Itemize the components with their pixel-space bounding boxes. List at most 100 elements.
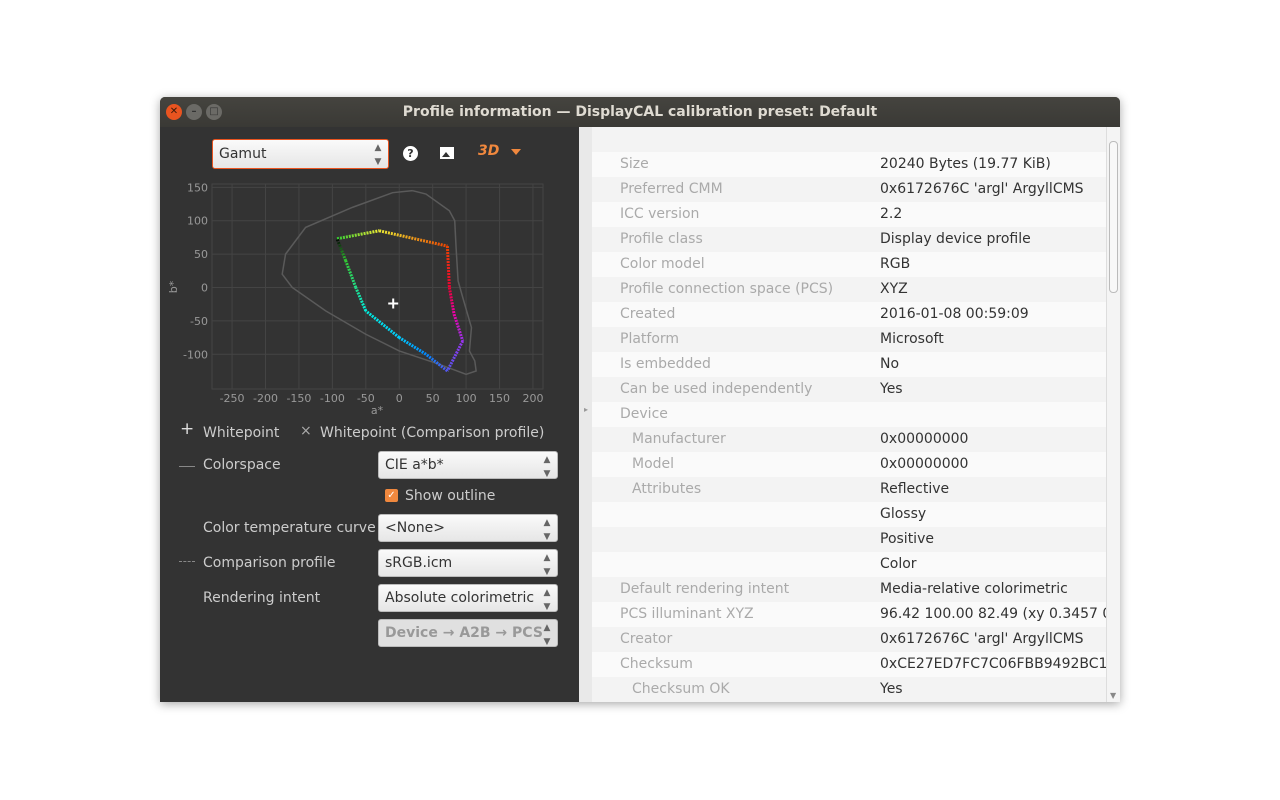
- expander-handle-icon[interactable]: ▸: [584, 405, 588, 414]
- info-row: Is embedded No: [592, 352, 1106, 377]
- colorspace-select[interactable]: CIE a*b* ▲ ▼: [378, 451, 558, 479]
- help-icon[interactable]: ?: [403, 146, 418, 161]
- info-row: Device: [592, 402, 1106, 427]
- info-value: 96.42 100.00 82.49 (xy 0.3457 0.35: [880, 606, 1106, 622]
- maximize-button[interactable]: □: [206, 104, 222, 120]
- info-key: Creator: [620, 631, 673, 647]
- title-bar: ✕ – □ Profile information — DisplayCAL c…: [160, 97, 1120, 127]
- info-value: Display device profile: [880, 231, 1031, 247]
- gamut-chart: -250 -200 -150 -100 -50 0 50 100 150 200 150 100 50 0…: [167, 181, 544, 417]
- info-value: RGB: [880, 256, 911, 272]
- gamut-segment: [452, 313, 465, 342]
- gamut-segment: [445, 246, 451, 288]
- scroll-down-icon[interactable]: ▼: [1110, 691, 1116, 700]
- info-row: Model 0x00000000: [592, 452, 1106, 477]
- info-value: No: [880, 356, 900, 372]
- info-key: Color model: [620, 256, 705, 272]
- y-tick-label: 50: [194, 248, 208, 261]
- info-row: ICC version 2.2: [592, 202, 1106, 227]
- y-tick-label: -50: [190, 315, 208, 328]
- x-tick-label: 0: [396, 392, 403, 405]
- info-key: Checksum: [620, 656, 693, 672]
- info-value: 20240 Bytes (19.77 KiB): [880, 156, 1051, 172]
- comparison-profile-select[interactable]: sRGB.icm ▲ ▼: [378, 549, 558, 577]
- x-tick-label: -100: [320, 392, 345, 405]
- info-key: Manufacturer: [632, 431, 726, 447]
- info-key: Attributes: [632, 481, 702, 497]
- rendering-intent-label: Rendering intent: [203, 590, 321, 606]
- info-key: Model: [632, 456, 675, 472]
- info-key: Checksum OK: [632, 681, 730, 697]
- minimize-button[interactable]: –: [186, 104, 202, 120]
- x-marker-icon: ×: [300, 423, 312, 439]
- info-value: 0xCE27ED7FC7C06FBB9492BC140: [880, 656, 1106, 672]
- rendering-intent-value: Absolute colorimetric: [385, 590, 535, 606]
- info-row: PCS illuminant XYZ 96.42 100.00 82.49 (xy…: [592, 602, 1106, 627]
- info-row: Color model RGB: [592, 252, 1106, 277]
- whitepoint-comparison-legend: Whitepoint (Comparison profile): [320, 425, 545, 441]
- save-image-icon[interactable]: [440, 147, 454, 159]
- color-temp-label: Color temperature curve: [203, 520, 376, 536]
- view-select[interactable]: Gamut ▲ ▼: [212, 139, 389, 169]
- gamut-segment: [354, 286, 368, 312]
- direction-select: Device → A2B → PCS ▲ ▼: [378, 619, 558, 647]
- colorspace-value: CIE a*b*: [385, 457, 444, 473]
- info-row: Can be used independently Yes: [592, 377, 1106, 402]
- info-row: Default rendering intent Media-relative c…: [592, 577, 1106, 602]
- x-tick-label: 50: [426, 392, 440, 405]
- info-row: [592, 127, 1106, 152]
- x-tick-label: 150: [489, 392, 510, 405]
- info-key: ICC version: [620, 206, 700, 222]
- comparison-label: Comparison profile: [203, 555, 336, 571]
- solid-line-icon: [179, 466, 195, 467]
- info-value: 2016-01-08 00:59:09: [880, 306, 1029, 322]
- info-key: Platform: [620, 331, 680, 347]
- info-value: Glossy: [880, 506, 927, 522]
- gamut-panel: Gamut ▲ ▼ ? 3D -250 -200 -150 -100 -50 0 50 100 1…: [160, 127, 579, 702]
- info-key: PCS illuminant XYZ: [620, 606, 754, 622]
- info-row: Positive: [592, 527, 1106, 552]
- rendering-intent-select[interactable]: Absolute colorimetric ▲ ▼: [378, 584, 558, 612]
- colorspace-label: Colorspace: [203, 457, 281, 473]
- spinner-icon: ▲ ▼: [543, 455, 551, 479]
- close-button[interactable]: ✕: [166, 104, 182, 120]
- show-outline-label[interactable]: Show outline: [405, 488, 495, 504]
- spinner-icon: ▲ ▼: [543, 553, 551, 577]
- plot-frame: [211, 183, 544, 390]
- info-row: Creator 0x6172676C 'argl' ArgyllCMS: [592, 627, 1106, 652]
- info-value: Media-relative colorimetric: [880, 581, 1068, 597]
- info-value: 0x6172676C 'argl' ArgyllCMS: [880, 631, 1084, 647]
- view-select-value: Gamut: [219, 146, 267, 162]
- info-row: Glossy: [592, 502, 1106, 527]
- info-value: Positive: [880, 531, 934, 547]
- gamut-segment: [447, 287, 456, 315]
- 3d-button[interactable]: 3D: [478, 143, 499, 159]
- scrollbar-thumb[interactable]: [1109, 141, 1118, 293]
- info-row: Profile connection space (PCS) XYZ: [592, 277, 1106, 302]
- scrollbar[interactable]: ▼: [1106, 127, 1120, 702]
- color-temp-value: <None>: [385, 520, 445, 536]
- gamut-segment: [446, 340, 465, 372]
- info-row: Manufacturer 0x00000000: [592, 427, 1106, 452]
- colorspace-outline: [281, 189, 477, 376]
- info-value: Yes: [880, 681, 903, 697]
- info-value: XYZ: [880, 281, 908, 297]
- info-key: Created: [620, 306, 676, 322]
- info-key: Can be used independently: [620, 381, 813, 397]
- whitepoint-legend: Whitepoint: [203, 425, 280, 441]
- info-key: Device: [620, 406, 668, 422]
- y-tick-label: -100: [183, 348, 208, 361]
- show-outline-checkbox[interactable]: ✓: [385, 489, 398, 502]
- gamut-segment: [335, 238, 348, 262]
- info-key: Size: [620, 156, 649, 172]
- x-tick-label: 100: [456, 392, 477, 405]
- comparison-value: sRGB.icm: [385, 555, 453, 571]
- chevron-down-icon[interactable]: [511, 149, 521, 155]
- spinner-icon: ▲ ▼: [543, 518, 551, 542]
- color-temp-select[interactable]: <None> ▲ ▼: [378, 514, 558, 542]
- whitepoint-legend-icon: +: [180, 419, 195, 439]
- gamut-segment: [364, 309, 401, 339]
- info-value: 0x00000000: [880, 431, 969, 447]
- x-tick-label: -200: [253, 392, 278, 405]
- spinner-icon: ▲ ▼: [543, 623, 551, 647]
